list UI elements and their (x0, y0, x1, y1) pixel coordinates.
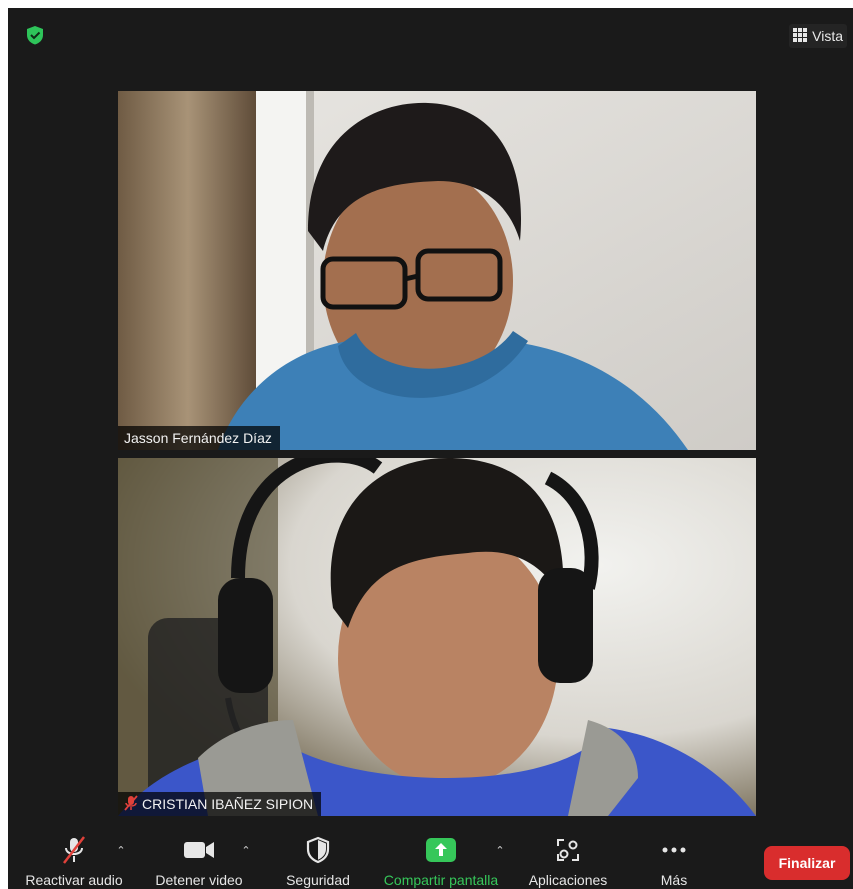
participant-name: Jasson Fernández Díaz (124, 430, 272, 446)
unmute-audio-label: Reactivar audio (25, 872, 123, 888)
unmute-audio-button[interactable]: Reactivar audio (14, 830, 134, 889)
stop-video-label: Detener video (155, 872, 243, 888)
muted-mic-icon (59, 834, 89, 866)
apps-button[interactable]: Aplicaciones (518, 830, 618, 889)
muted-mic-icon (124, 794, 138, 814)
more-dots-icon (661, 834, 687, 866)
encryption-shield-icon[interactable] (24, 24, 46, 46)
more-label: Más (660, 872, 688, 888)
video-camera-icon (183, 834, 215, 866)
share-screen-label: Compartir pantalla (383, 872, 499, 888)
more-button[interactable]: Más (644, 830, 704, 889)
participant-name-label: Jasson Fernández Díaz (118, 426, 280, 450)
video-tile-participant-1[interactable]: Jasson Fernández Díaz (118, 91, 756, 450)
view-button-label: Vista (812, 28, 843, 44)
share-options-chevron-up-icon[interactable]: ⌃ (493, 844, 507, 858)
stop-video-button[interactable]: Detener video (144, 830, 254, 889)
participant-name-label: CRISTIAN IBAÑEZ SIPION (118, 792, 322, 816)
view-button[interactable]: Vista (789, 24, 847, 48)
grid-icon (793, 27, 808, 45)
meeting-toolbar: Reactivar audio ⌃ Detener video ⌃ Seguri… (8, 830, 853, 889)
participant-2-video (118, 458, 756, 816)
participant-1-video (118, 91, 756, 450)
share-screen-button[interactable]: Compartir pantalla (374, 830, 508, 889)
shield-icon (305, 834, 331, 866)
apps-icon (555, 834, 581, 866)
video-options-chevron-up-icon[interactable]: ⌃ (239, 844, 253, 858)
participant-name: CRISTIAN IBAÑEZ SIPION (142, 796, 314, 812)
video-tile-participant-2[interactable]: CRISTIAN IBAÑEZ SIPION (118, 458, 756, 816)
audio-options-chevron-up-icon[interactable]: ⌃ (114, 844, 128, 858)
apps-label: Aplicaciones (528, 872, 608, 888)
end-meeting-button[interactable]: Finalizar (764, 846, 850, 880)
share-screen-arrow-icon (425, 834, 457, 866)
security-label: Seguridad (286, 872, 350, 888)
security-button[interactable]: Seguridad (270, 830, 366, 889)
zoom-meeting-window: Vista Jasson Fernández Díaz CRISTIAN IBA… (8, 8, 853, 889)
